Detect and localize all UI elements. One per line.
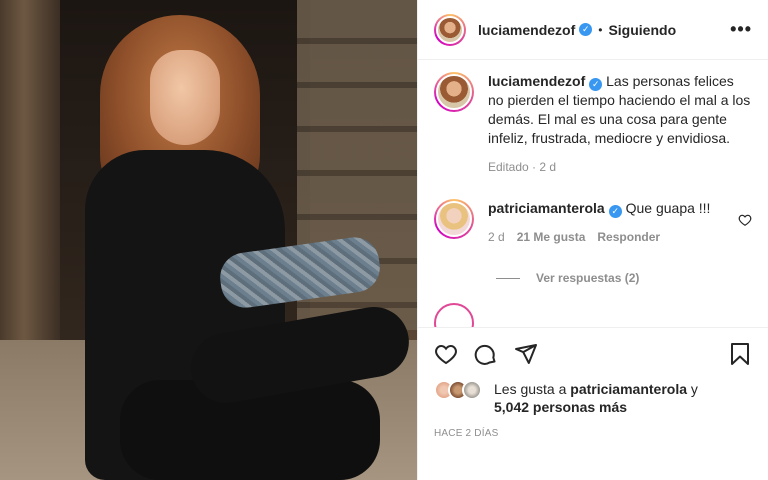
comment-meta: 2 d 21 Me gusta Responder — [488, 228, 730, 247]
likes-user-link[interactable]: patriciamanterola — [570, 381, 687, 397]
likers-avatars[interactable] — [434, 380, 494, 416]
comments-section[interactable]: luciamendezof ✓ Las personas felices no p… — [418, 60, 768, 328]
more-horizontal-icon[interactable]: ••• — [730, 19, 752, 40]
caption-username[interactable]: luciamendezof — [488, 73, 585, 89]
commenter-username[interactable]: patriciamanterola — [488, 200, 605, 216]
action-bar — [418, 328, 768, 374]
comment-likes[interactable]: 21 Me gusta — [517, 228, 586, 247]
photo-face — [150, 50, 220, 145]
likes-others-link[interactable]: 5,042 personas más — [494, 399, 627, 415]
edited-label: Editado — [488, 160, 529, 174]
caption-row: luciamendezof ✓ Las personas felices no p… — [434, 72, 752, 177]
comment-heart-icon[interactable] — [738, 213, 752, 227]
caption-text-block: luciamendezof ✓ Las personas felices no p… — [488, 72, 752, 148]
verified-icon: ✓ — [608, 205, 622, 218]
verified-icon: ✓ — [589, 78, 603, 91]
author-username[interactable]: luciamendezof — [478, 22, 575, 38]
reply-button[interactable]: Responder — [597, 228, 660, 247]
caption-meta: Editado · 2 d — [488, 160, 557, 174]
caption-time[interactable]: 2 d — [539, 160, 556, 174]
likes-text: Les gusta a patriciamanterola y 5,042 pe… — [494, 380, 698, 416]
bookmark-icon[interactable] — [728, 342, 752, 366]
view-replies-label: Ver respuestas (2) — [536, 271, 640, 285]
caption-avatar[interactable] — [434, 72, 474, 112]
comment-text-block: patriciamanterola ✓ Que guapa !!! — [488, 199, 730, 218]
likes-summary: Les gusta a patriciamanterola y 5,042 pe… — [418, 374, 768, 416]
comment-bubble-icon[interactable] — [474, 342, 498, 366]
following-button[interactable]: Siguiendo — [608, 22, 676, 38]
liker-avatar — [462, 380, 482, 400]
post-photo[interactable] — [0, 0, 417, 480]
verified-icon: ✓ — [579, 23, 593, 36]
like-heart-icon[interactable] — [434, 342, 458, 366]
likes-prefix: Les gusta a — [494, 381, 567, 397]
post-side-panel: luciamendezof ✓ • Siguiendo ••• luciamen… — [417, 0, 768, 480]
next-comment-avatar[interactable] — [434, 303, 474, 327]
author-avatar[interactable] — [434, 13, 466, 46]
view-replies[interactable]: Ver respuestas (2) — [496, 271, 752, 285]
comment-time[interactable]: 2 d — [488, 228, 505, 247]
separator-dot: • — [598, 22, 603, 37]
comment-text: Que guapa !!! — [625, 200, 711, 216]
commenter-avatar[interactable] — [434, 199, 474, 239]
share-send-icon[interactable] — [514, 342, 538, 366]
comment-row: patriciamanterola ✓ Que guapa !!! 2 d 21 … — [434, 199, 752, 247]
likes-connector: y — [690, 381, 698, 397]
post-date[interactable]: HACE 2 DÍAS — [418, 416, 768, 439]
replies-divider — [496, 277, 520, 279]
post-header: luciamendezof ✓ • Siguiendo ••• — [418, 0, 768, 60]
